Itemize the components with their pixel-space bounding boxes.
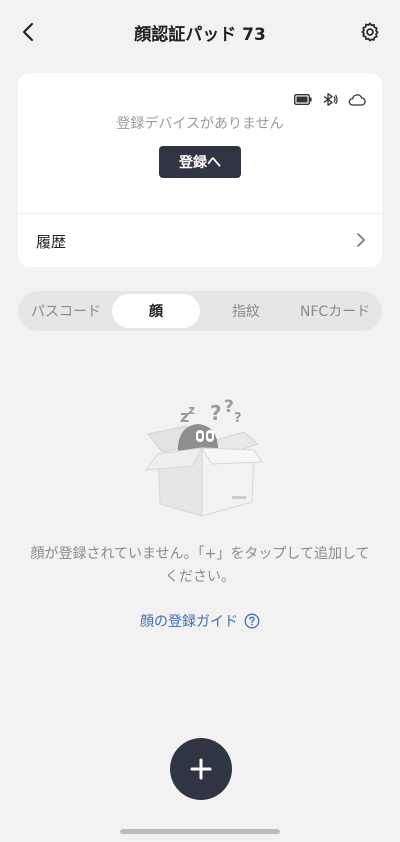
tab-nfc-card[interactable]: NFCカード [290,294,380,328]
history-label: 履歴 [36,233,67,251]
settings-button[interactable] [356,18,384,46]
gear-icon [361,22,379,42]
plus-icon [190,758,212,780]
help-circle-icon [244,613,260,629]
page-title: 顔認証パッド 73 [134,25,266,45]
chevron-right-icon [357,233,365,247]
svg-text:z: z [188,403,195,417]
header: 顔認証パッド 73 [0,0,400,64]
no-device-text: 登録デバイスがありません [116,116,284,132]
cloud-icon [348,93,366,106]
svg-text:?: ? [224,397,234,417]
battery-icon [294,94,312,105]
history-row[interactable]: 履歴 [18,214,382,267]
svg-text:?: ? [210,401,222,425]
tab-passcode[interactable]: パスコード [22,294,110,328]
tab-face[interactable]: 顔 [112,294,200,328]
device-status-icons [294,93,366,106]
credential-tabs: パスコード 顔 指紋 NFCカード [18,291,382,331]
home-indicator [120,829,280,834]
device-card: 登録デバイスがありません 登録へ 履歴 [18,73,382,267]
guide-link-label: 顔の登録ガイド [140,614,238,630]
tab-fingerprint[interactable]: 指紋 [202,294,290,328]
svg-text:?: ? [234,411,242,426]
add-face-button[interactable] [170,738,232,800]
empty-box-icon: z z ? ? ? [144,397,263,517]
chevron-left-icon [22,22,34,42]
bluetooth-icon [323,93,338,106]
back-button[interactable] [14,18,42,46]
register-button[interactable]: 登録へ [159,146,241,178]
empty-state-message: 顔が登録されていません。「+」をタップして追加してください。 [30,546,370,585]
face-registration-guide-link[interactable]: 顔の登録ガイド [0,611,400,631]
